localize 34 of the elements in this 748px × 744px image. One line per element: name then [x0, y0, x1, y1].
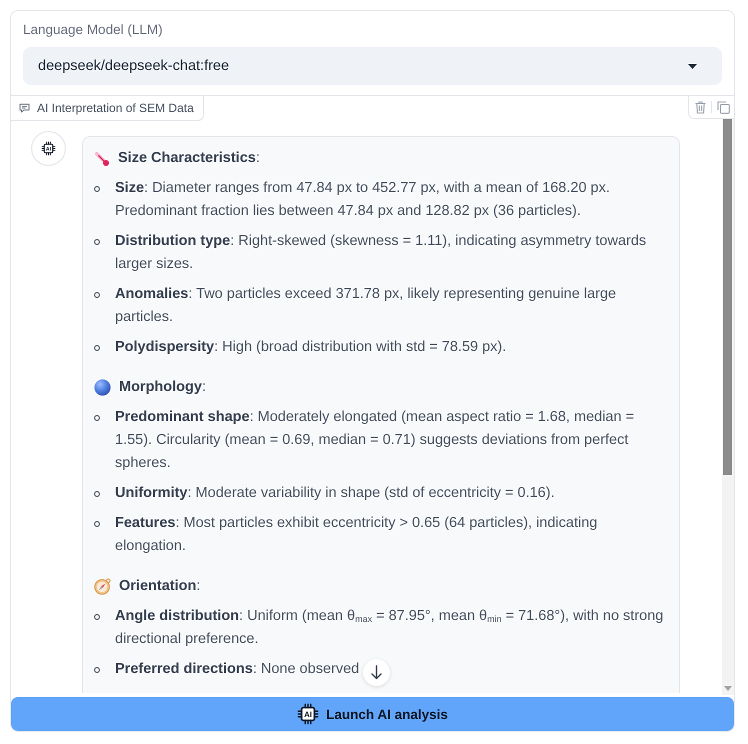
- list-item-text: Distribution type: Right-skewed (skewness = 1.11), indicating asymmetry towards larger sizes.: [115, 232, 648, 274]
- trash-icon[interactable]: [695, 100, 706, 114]
- bullet-icon: [94, 520, 100, 526]
- bullet-icon: [94, 414, 100, 420]
- list-item-text: Predominant shape: Moderately elongated (mean aspect ratio = 1.68, median = 1.55). Circularity (mean = 0.69, median = 0.71) suggests deviations from perfect spheres.: [115, 408, 636, 473]
- chat-icon: [19, 103, 30, 113]
- arrow-down-icon: [371, 665, 382, 680]
- bullet-icon: [94, 238, 100, 244]
- copy-icon[interactable]: [717, 100, 730, 114]
- caret-down-icon: [688, 64, 697, 68]
- bullet-icon: [94, 186, 100, 192]
- list-item-text: Angle distribution: Uniform (mean θ$_{max}$ = 87.95°, mean θ$_{min}$ = 71.68°), with no strong directional preference.: [115, 607, 664, 649]
- bullet-icon: [94, 614, 100, 620]
- sphere-icon: [94, 379, 111, 396]
- scrollbar-thumb[interactable]: [723, 118, 732, 475]
- thermometer-icon: [94, 150, 110, 166]
- bullet-icon: [94, 490, 100, 496]
- section-heading: Morphology:: [119, 378, 206, 397]
- section-heading: Size Characteristics:: [118, 149, 260, 168]
- bullet-icon: [94, 666, 100, 672]
- section-heading: Orientation:: [119, 577, 200, 596]
- field-label: Language Model (LLM): [23, 21, 163, 39]
- scroll-down-arrow-icon[interactable]: [724, 686, 732, 691]
- label-text: AI Interpretation of SEM Data: [37, 101, 194, 115]
- bullet-icon: [94, 344, 100, 350]
- list-item-text: Preferred directions: None observed: [115, 660, 360, 679]
- bullet-icon: [94, 292, 100, 298]
- list-item-text: Size: Diameter ranges from 47.84 px to 452.77 px, with a mean of 168.20 px. Predominant fraction lies between 47.84 px and 128.82 px (36 particles).: [115, 179, 611, 221]
- compass-icon: [94, 578, 111, 595]
- list-item-text: Uniformity: Moderate variability in shape (std of eccentricity = 0.16).: [115, 484, 555, 503]
- list-item-text: Polydispersity: High (broad distribution with std = 78.59 px).: [115, 338, 506, 357]
- list-item-text: Features: Most particles exhibit eccentricity > 0.65 (64 particles), indicating elongation.: [115, 514, 598, 556]
- list-item-text: Anomalies: Two particles exceed 371.78 px, likely representing genuine large particles.: [115, 285, 618, 327]
- model-dropdown[interactable]: deepseek/deepseek-chat:free: [23, 47, 722, 85]
